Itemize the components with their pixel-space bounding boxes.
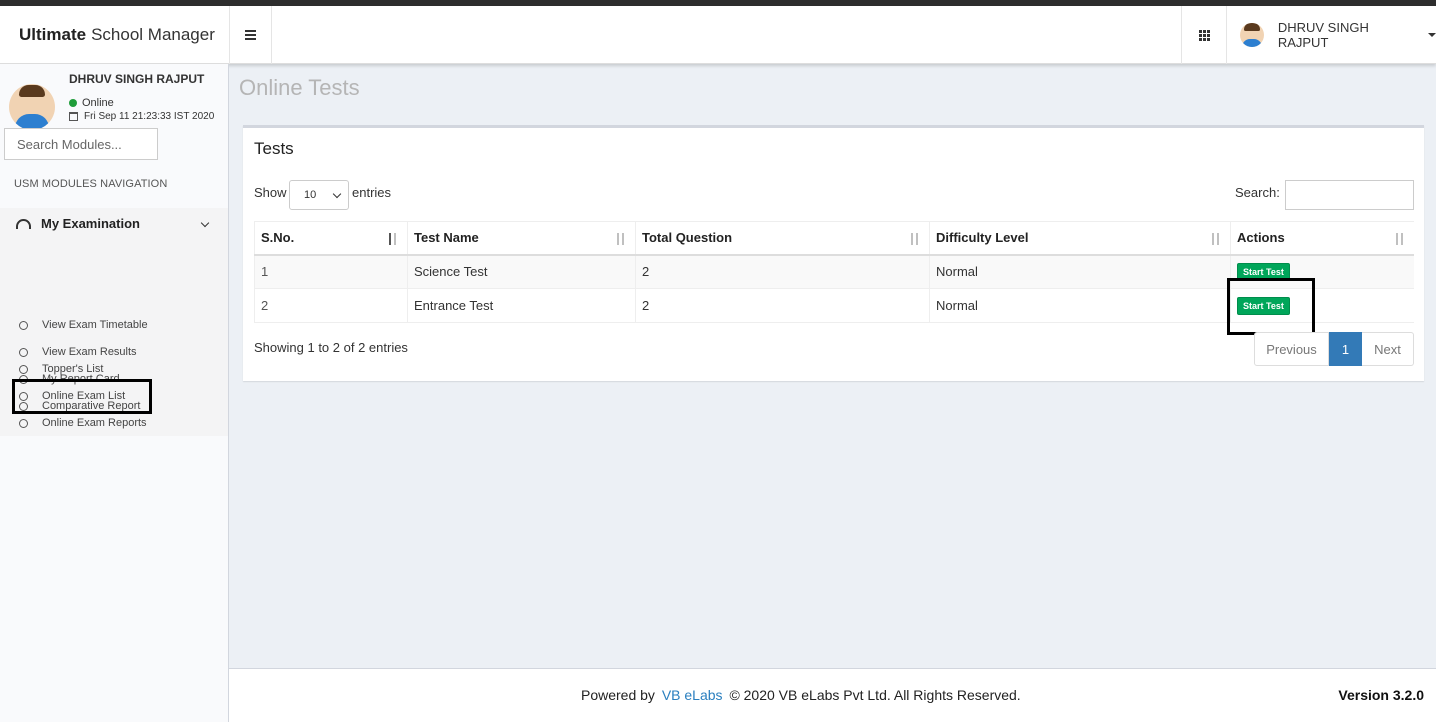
- sidebar-item-view-exam-timetable[interactable]: View Exam Timetable: [19, 316, 148, 334]
- sidebar: DHRUV SINGH RAJPUT Online Fri Sep 11 21:…: [0, 64, 229, 722]
- column-header-label: Total Question: [642, 230, 733, 246]
- table-row: 2 Entrance Test 2 Normal Start Test: [254, 288, 1414, 323]
- column-header-actions[interactable]: Actions: [1230, 221, 1414, 256]
- circle-icon: [19, 364, 28, 374]
- pagination-next-button[interactable]: Next: [1362, 332, 1414, 366]
- circle-icon: [19, 391, 28, 401]
- vb-elabs-link[interactable]: VB eLabs: [662, 687, 723, 703]
- sidebar-item-label: Online Exam Reports: [42, 417, 147, 429]
- nav-section-title[interactable]: My Examination: [16, 216, 140, 231]
- start-test-button[interactable]: Start Test: [1237, 262, 1290, 281]
- table-row: 1 Science Test 2 Normal Start Test: [254, 254, 1414, 289]
- entries-per-page-select[interactable]: 10: [289, 180, 349, 210]
- show-label: Show: [254, 185, 287, 200]
- sidebar-item-label: View Exam Timetable: [42, 319, 148, 331]
- column-header-label: Difficulty Level: [936, 230, 1029, 246]
- status-text: Online: [82, 97, 114, 109]
- circle-icon: [19, 347, 28, 357]
- column-header-difficulty-level[interactable]: Difficulty Level: [929, 221, 1231, 256]
- dashboard-icon: [16, 218, 31, 229]
- cell-total-question: 2: [635, 288, 930, 323]
- sidebar-item-online-exam-list[interactable]: Online Exam List: [19, 387, 125, 405]
- search-modules-input[interactable]: [4, 128, 158, 160]
- column-header-sno[interactable]: S.No.: [254, 221, 408, 256]
- page-title: Online Tests: [239, 75, 360, 100]
- nav-section-label: My Examination: [41, 216, 140, 231]
- column-header-label: Actions: [1237, 230, 1285, 246]
- circle-icon: [19, 418, 28, 428]
- current-datetime: Fri Sep 11 21:23:33 IST 2020: [69, 111, 214, 122]
- user-menu-name: DHRUV SINGH RAJPUT: [1277, 20, 1369, 50]
- sidebar-user-name: DHRUV SINGH RAJPUT: [69, 72, 205, 86]
- circle-icon: [19, 320, 28, 330]
- cell-actions: Start Test: [1230, 254, 1414, 289]
- tests-table: S.No. Test Name Total Question Difficult…: [254, 221, 1414, 323]
- chevron-down-icon[interactable]: [200, 218, 210, 228]
- user-menu-dropdown[interactable]: DHRUV SINGH RAJPUT: [1240, 6, 1436, 64]
- pagination-previous-button[interactable]: Previous: [1254, 332, 1329, 366]
- sidebar-item-online-exam-reports[interactable]: Online Exam Reports: [19, 414, 147, 432]
- sidebar-item-label: Topper's List: [42, 363, 104, 375]
- brand-logo[interactable]: Ultimate School Manager: [0, 6, 229, 64]
- sidebar-item-label: View Exam Results: [42, 346, 137, 358]
- copyright-text: © 2020 VB eLabs Pvt Ltd. All Rights Rese…: [729, 687, 1021, 703]
- sort-icon: [1210, 232, 1222, 245]
- datetime-text: Fri Sep 11 21:23:33 IST 2020: [84, 111, 215, 122]
- start-test-button[interactable]: Start Test: [1237, 296, 1290, 315]
- cell-total-question: 2: [635, 254, 930, 289]
- sort-icon: [1394, 232, 1406, 245]
- chevron-down-icon: [332, 189, 342, 199]
- cell-sno: 1: [254, 254, 408, 289]
- sort-icon: [615, 232, 627, 245]
- box-title: Tests: [254, 139, 294, 158]
- column-header-test-name[interactable]: Test Name: [407, 221, 636, 256]
- brand-bold: Ultimate: [19, 25, 87, 44]
- column-header-label: S.No.: [261, 230, 295, 246]
- footer-copyright: Powered by VB eLabs © 2020 VB eLabs Pvt …: [581, 687, 1021, 703]
- cell-actions: Start Test: [1230, 288, 1414, 323]
- cell-test-name: Entrance Test: [407, 288, 636, 323]
- nav-header: USM MODULES NAVIGATION: [14, 178, 168, 190]
- sidebar-item-label: Online Exam List: [42, 390, 126, 402]
- version-label: Version 3.2.0: [1338, 687, 1424, 703]
- user-avatar: [9, 84, 55, 130]
- pagination: Previous 1 Next: [1254, 332, 1414, 366]
- entries-label: entries: [352, 185, 392, 200]
- powered-by-label: Powered by: [581, 687, 655, 703]
- footer: Powered by VB eLabs © 2020 VB eLabs Pvt …: [229, 668, 1436, 722]
- hamburger-icon: [245, 34, 256, 36]
- calendar-icon: [69, 112, 78, 121]
- avatar: [1240, 23, 1264, 47]
- sidebar-item-view-exam-results[interactable]: View Exam Results: [19, 343, 137, 361]
- apps-button[interactable]: [1181, 6, 1227, 64]
- online-status: Online: [69, 97, 114, 109]
- cell-difficulty: Normal: [929, 288, 1231, 323]
- column-header-label: Test Name: [414, 230, 479, 246]
- entries-select-value: 10: [304, 189, 317, 201]
- sort-icon: [909, 232, 921, 245]
- cell-test-name: Science Test: [407, 254, 636, 289]
- cell-sno: 2: [254, 288, 408, 323]
- online-dot-icon: [69, 99, 77, 107]
- user-panel: DHRUV SINGH RAJPUT Online Fri Sep 11 21:…: [0, 64, 229, 130]
- tests-box: Tests Show 10 entries Search: S.No. Test…: [243, 125, 1424, 381]
- table-info: Showing 1 to 2 of 2 entries: [254, 340, 408, 355]
- top-navbar: Ultimate School Manager DHRUV SINGH RAJP…: [0, 6, 1436, 64]
- sidebar-item-toppers-list[interactable]: Topper's List: [19, 360, 103, 378]
- caret-down-icon: [1428, 33, 1436, 37]
- pagination-page-1-button[interactable]: 1: [1329, 332, 1362, 366]
- brand-rest: School Manager: [91, 25, 215, 44]
- cell-difficulty: Normal: [929, 254, 1231, 289]
- column-header-total-question[interactable]: Total Question: [635, 221, 930, 256]
- sidebar-toggle-button[interactable]: [229, 6, 272, 64]
- apps-grid-icon: [1198, 29, 1210, 41]
- table-search-input[interactable]: [1285, 180, 1414, 210]
- search-label: Search:: [1235, 185, 1280, 200]
- sort-icon: [387, 232, 399, 245]
